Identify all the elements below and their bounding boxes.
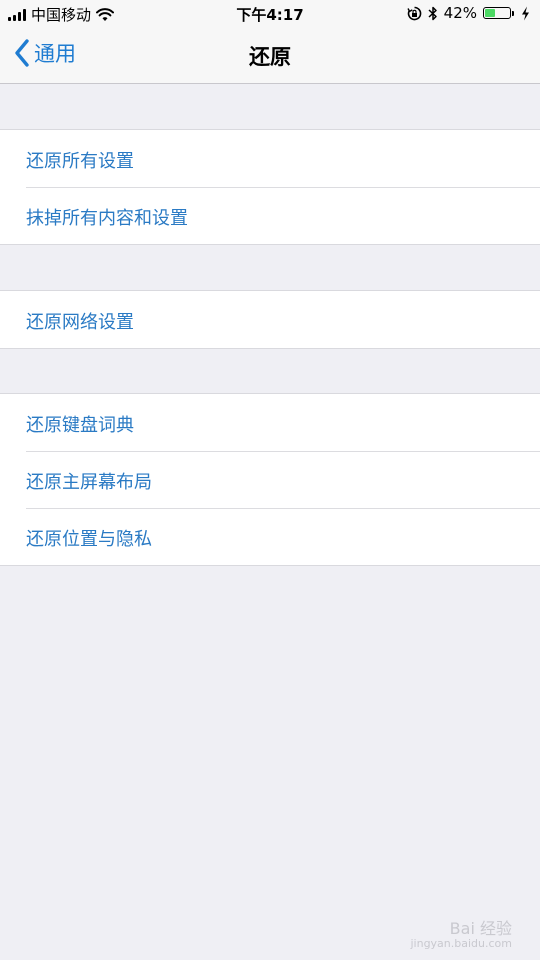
reset-all-settings-row[interactable]: 还原所有设置 xyxy=(0,130,540,187)
watermark-text: Bai 经验 xyxy=(449,919,512,938)
row-label: 还原网络设置 xyxy=(26,312,134,333)
reset-keyboard-dictionary-row[interactable]: 还原键盘词典 xyxy=(0,394,540,451)
battery-level-fill xyxy=(485,9,496,17)
row-label: 还原键盘词典 xyxy=(26,415,134,436)
reset-location-privacy-row[interactable]: 还原位置与隐私 xyxy=(0,508,540,565)
row-label: 抹掉所有内容和设置 xyxy=(26,208,188,229)
reset-group-3: 还原键盘词典 还原主屏幕布局 还原位置与隐私 xyxy=(0,393,540,566)
reset-home-screen-layout-row[interactable]: 还原主屏幕布局 xyxy=(0,451,540,508)
watermark-subtext: jingyan.baidu.com xyxy=(410,937,512,950)
row-label: 还原位置与隐私 xyxy=(26,529,152,550)
reset-group-2: 还原网络设置 xyxy=(0,290,540,349)
battery-percent: 42% xyxy=(443,4,477,22)
row-label: 还原所有设置 xyxy=(26,151,134,172)
watermark: Bai 经验 jingyan.baidu.com xyxy=(410,920,512,950)
rotation-lock-icon xyxy=(407,6,422,20)
status-right: 42% xyxy=(407,4,530,22)
row-label: 还原主屏幕布局 xyxy=(26,472,152,493)
bluetooth-icon xyxy=(428,6,437,20)
erase-all-content-row[interactable]: 抹掉所有内容和设置 xyxy=(0,187,540,244)
navigation-bar: 通用 还原 xyxy=(0,28,540,84)
reset-group-1: 还原所有设置 抹掉所有内容和设置 xyxy=(0,129,540,245)
reset-network-settings-row[interactable]: 还原网络设置 xyxy=(0,291,540,348)
page-title: 还原 xyxy=(249,45,291,69)
battery-icon xyxy=(483,7,514,19)
charging-icon xyxy=(522,6,529,20)
status-bar: 中国移动 下午4:17 42% xyxy=(0,0,540,28)
